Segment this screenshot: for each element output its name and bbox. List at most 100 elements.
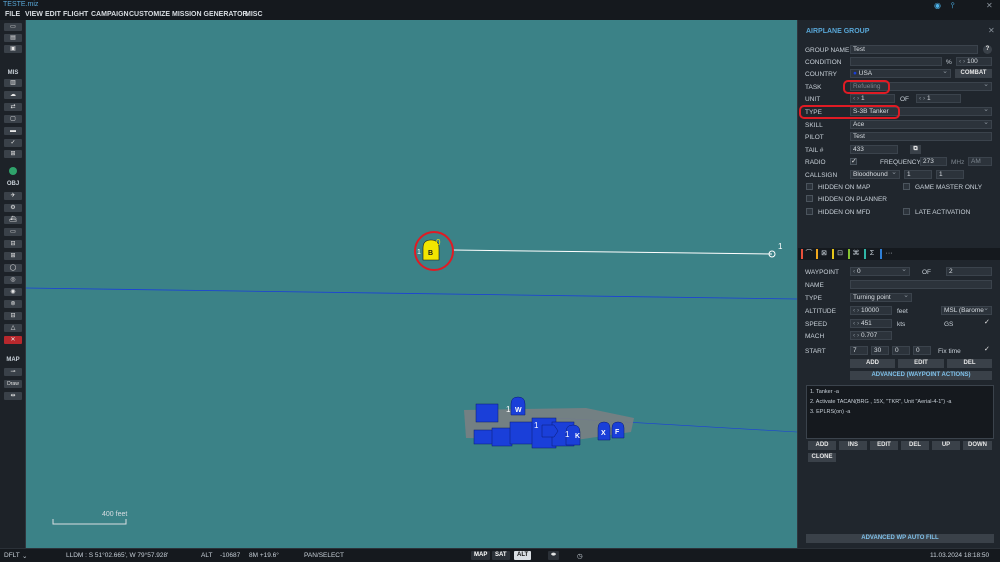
helicopter-icon[interactable]: ⚙: [4, 204, 22, 212]
fix-time-checkbox[interactable]: [984, 345, 991, 354]
action-ins-button[interactable]: INS: [839, 441, 867, 450]
condition-field[interactable]: ‹ › 100: [956, 57, 992, 66]
action-up-button[interactable]: UP: [932, 441, 960, 450]
callsign-select[interactable]: Bloodhound: [850, 170, 900, 179]
map-view[interactable]: 1 B 0 1 W 1 1 1 K X F 400 feet: [26, 20, 797, 548]
list-item[interactable]: 3. EPLRS(on) -a: [810, 409, 850, 415]
skill-select[interactable]: Ace: [850, 120, 992, 129]
more-tab[interactable]: ···: [884, 249, 894, 259]
unit-field[interactable]: ‹ › 1: [850, 94, 895, 103]
copy-icon[interactable]: ⧉: [910, 145, 921, 154]
mission-options-icon[interactable]: ▥: [4, 79, 22, 87]
draw-button[interactable]: Draw: [4, 380, 22, 388]
alt-mode-button[interactable]: ALT: [514, 551, 532, 560]
triggers-icon[interactable]: ⇄: [4, 103, 22, 111]
hidden-map-checkbox[interactable]: [806, 183, 813, 190]
wp-edit-button[interactable]: EDIT: [898, 359, 944, 368]
action-del-button[interactable]: DEL: [901, 441, 929, 450]
formation-icon[interactable]: △: [4, 324, 22, 332]
actions-list[interactable]: 1. Tanker -a 2. Activate TACAN(BRG , 15X…: [806, 385, 994, 439]
options-tab-icon[interactable]: Σ: [867, 249, 877, 259]
mach-field[interactable]: ‹ › 0.707: [850, 331, 892, 340]
alt-ref-select[interactable]: MSL (Barome: [941, 306, 992, 315]
nav-point-icon[interactable]: ◎: [4, 276, 22, 284]
wifi-icon[interactable]: ◉: [934, 2, 944, 10]
callsign-n1-field[interactable]: 1: [904, 170, 932, 179]
radio-checkbox[interactable]: [850, 157, 857, 165]
menu-flight[interactable]: FLIGHT: [63, 11, 88, 18]
country-select[interactable]: ● USA: [850, 69, 951, 78]
start-hour-field[interactable]: 30: [871, 346, 889, 355]
delete-icon[interactable]: ✕: [4, 336, 22, 344]
static-icon[interactable]: ⊟: [4, 240, 22, 248]
hidden-planner-checkbox[interactable]: [806, 195, 813, 202]
check-icon[interactable]: ✓: [4, 139, 22, 147]
nodes-icon[interactable]: ⊞: [4, 150, 22, 158]
action-down-button[interactable]: DOWN: [963, 441, 992, 450]
altitude-field[interactable]: ‹ › 10000: [850, 306, 892, 315]
wp-add-button[interactable]: ADD: [850, 359, 895, 368]
antenna-icon[interactable]: ⫯: [951, 2, 959, 10]
zone-icon[interactable]: ◯: [4, 264, 22, 272]
close-icon[interactable]: ✕: [988, 26, 995, 35]
ruler-mode-icon[interactable]: ⇹: [548, 551, 560, 560]
key-icon[interactable]: ⊸: [4, 368, 22, 376]
combat-button[interactable]: COMBAT: [955, 69, 992, 78]
group-name-field[interactable]: Test: [850, 45, 978, 54]
menu-customize[interactable]: CUSTOMIZE: [129, 11, 170, 18]
weather-icon[interactable]: ☁: [4, 91, 22, 99]
help-icon[interactable]: ?: [983, 45, 992, 54]
late-activation-checkbox[interactable]: [903, 208, 910, 215]
targets-tab-icon[interactable]: ⊠: [819, 249, 829, 259]
action-clone-button[interactable]: CLONE: [808, 453, 836, 462]
goals-icon[interactable]: ▬: [4, 127, 22, 135]
map-mode-button[interactable]: MAP: [471, 551, 491, 560]
open-file-icon[interactable]: ▤: [4, 34, 22, 42]
pilot-field[interactable]: Test: [850, 132, 992, 141]
menu-file[interactable]: FILE: [5, 11, 20, 18]
ship-icon[interactable]: ⛴: [4, 216, 22, 224]
waypoint-select[interactable]: ‹ 0: [850, 267, 910, 276]
payload-tab-icon[interactable]: ⊡: [835, 249, 845, 259]
menu-edit[interactable]: EDIT: [45, 11, 61, 18]
advanced-actions-button[interactable]: ADVANCED (WAYPOINT ACTIONS): [850, 371, 992, 380]
target-icon[interactable]: ◉: [4, 288, 22, 296]
clock-icon[interactable]: ◷: [577, 552, 583, 560]
close-icon[interactable]: ✕: [986, 1, 993, 10]
sat-mode-button[interactable]: SAT: [492, 551, 510, 560]
list-item[interactable]: 1. Tanker -a: [810, 389, 839, 395]
new-file-icon[interactable]: ▭: [4, 23, 22, 31]
chevron-down-icon[interactable]: ⌄: [22, 552, 27, 560]
speed-field[interactable]: ‹ › 451: [850, 319, 892, 328]
frequency-field[interactable]: 273: [920, 157, 947, 166]
gs-checkbox[interactable]: [984, 318, 991, 327]
vehicle-icon[interactable]: ▭: [4, 228, 22, 236]
ruler-icon[interactable]: ⇹: [4, 392, 22, 400]
menu-misc[interactable]: MISC: [245, 11, 263, 18]
menu-mission-generator[interactable]: MISSION GENERATOR: [172, 11, 248, 18]
action-edit-button[interactable]: EDIT: [870, 441, 898, 450]
am-select[interactable]: AM: [968, 157, 992, 166]
action-add-button[interactable]: ADD: [808, 441, 836, 450]
profile-selector[interactable]: DFLT: [4, 552, 20, 559]
auto-fill-button[interactable]: ADVANCED WP AUTO FILL: [806, 534, 994, 543]
airplane-icon[interactable]: ✈: [4, 192, 22, 200]
condition-slider[interactable]: [850, 57, 942, 66]
bullseye-icon[interactable]: ⊚: [4, 300, 22, 308]
template-icon[interactable]: ⊞: [4, 252, 22, 260]
hidden-mfd-checkbox[interactable]: [806, 208, 813, 215]
link-icon[interactable]: ⊟: [4, 312, 22, 320]
callsign-n2-field[interactable]: 1: [936, 170, 964, 179]
tail-field[interactable]: 433: [850, 145, 898, 154]
menu-campaign[interactable]: CAMPAIGN: [91, 11, 129, 18]
wp-del-button[interactable]: DEL: [947, 359, 992, 368]
list-item[interactable]: 2. Activate TACAN(BRG , 15X, "TKR", Unit…: [810, 399, 951, 405]
start-sec-field[interactable]: 0: [913, 346, 931, 355]
add-object-icon[interactable]: [9, 167, 17, 175]
game-master-checkbox[interactable]: [903, 183, 910, 190]
wp-type-select[interactable]: Turning point: [850, 293, 912, 302]
start-day-field[interactable]: 7: [850, 346, 868, 355]
briefing-icon[interactable]: ▢: [4, 115, 22, 123]
menu-view[interactable]: VIEW: [25, 11, 43, 18]
save-file-icon[interactable]: ▣: [4, 45, 22, 53]
